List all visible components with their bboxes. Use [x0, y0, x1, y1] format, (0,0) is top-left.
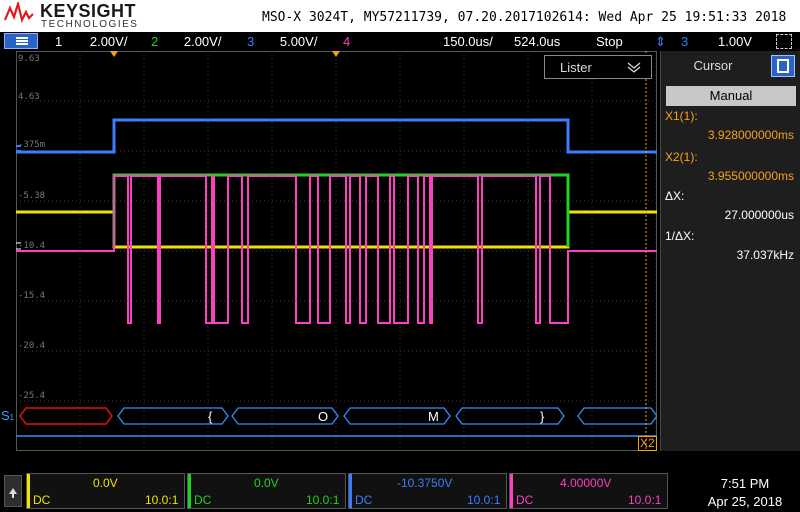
ch2-offset: 0.0V — [254, 476, 279, 490]
bus-symbol: } — [540, 409, 545, 424]
ch3-offset: -10.3750V — [397, 476, 453, 490]
listener-label: Lister — [560, 60, 592, 75]
ch4-number: 4 — [343, 34, 351, 49]
ch2-button[interactable]: 2 2.00V/ — [151, 34, 221, 49]
ch1-offset: 0.0V — [93, 476, 118, 490]
graticule-label: 4.63 — [18, 92, 40, 102]
ch3-probe: 10.0:1 — [467, 493, 501, 507]
inv-delta-x-value: 37.037kHz — [736, 248, 794, 262]
bus-symbol: { — [208, 409, 213, 424]
clock-time: 7:51 PM — [720, 476, 770, 491]
listener-dropdown[interactable]: Lister — [544, 55, 652, 79]
cursor-panel-title: Cursor — [693, 58, 733, 73]
ch4-coupling: DC — [516, 493, 534, 507]
bus-symbol: M — [428, 409, 439, 424]
inv-delta-x-label: 1/ΔX: — [665, 229, 695, 243]
timebase-scale[interactable]: 150.0us/ — [443, 34, 493, 49]
footer-expand-icon[interactable] — [4, 475, 22, 507]
trigger-mode-icon[interactable] — [776, 34, 792, 49]
graticule-label: 9.63 — [18, 54, 40, 64]
ch1-coupling: DC — [33, 493, 51, 507]
clock-date: Apr 25, 2018 — [707, 494, 783, 509]
trigger-position-marker — [332, 51, 340, 57]
bus-error-frame — [19, 407, 113, 425]
ch2-scale: 2.00V/ — [183, 34, 222, 49]
brand-subtitle: TECHNOLOGIES — [41, 19, 139, 30]
time-reference-marker — [110, 51, 118, 57]
ch4-offset: 4.00000V — [560, 476, 612, 490]
x1-label[interactable]: X1(1): — [665, 109, 698, 123]
ch2-trace — [112, 173, 570, 247]
bus-label-sub: 1 — [9, 413, 15, 422]
graticule-label: -10.4 — [18, 241, 46, 251]
ch3-scale: 5.00V/ — [279, 34, 318, 49]
waveform-canvas — [16, 51, 657, 451]
title-bar: KEYSIGHT TECHNOLOGIES MSO-X 3024T, MY572… — [0, 0, 800, 32]
instrument-info: MSO-X 3024T, MY57211739, 07.20.201710261… — [262, 10, 787, 25]
ch3-coupling: DC — [355, 493, 373, 507]
bus-symbol: O — [318, 409, 329, 424]
ch1-trace — [16, 210, 657, 249]
graticule-label: -5.38 — [18, 191, 46, 201]
ch2-coupling: DC — [194, 493, 212, 507]
keysight-logo-icon — [4, 2, 34, 24]
bus-label-text: S — [1, 408, 10, 423]
x2-label[interactable]: X2(1): — [665, 150, 698, 164]
bus-label: S1 — [1, 408, 14, 423]
trigger-level[interactable]: 1.00V — [718, 34, 752, 49]
menu-icon[interactable] — [4, 33, 38, 49]
ch1-probe: 10.0:1 — [145, 493, 179, 507]
ch3-number: 3 — [247, 34, 255, 49]
ch1-number: 1 — [55, 34, 63, 49]
ch4-button[interactable]: 4 — [343, 34, 350, 49]
delta-x-label: ΔX: — [665, 189, 685, 203]
ch2-footer-box[interactable]: 0.0V DC 10.0:1 — [187, 473, 346, 509]
delta-x-value: 27.000000us — [724, 208, 794, 222]
waveform-display[interactable] — [16, 51, 657, 451]
ch3-footer-box[interactable]: -10.3750V DC 10.0:1 — [348, 473, 507, 509]
ch1-button[interactable]: 1 2.00V/ — [55, 34, 127, 49]
ch1-scale: 2.00V/ — [89, 34, 128, 49]
cursor-x2-marker[interactable]: X2 — [638, 436, 657, 451]
cursor-panel: Cursor Manual X1(1): 3.928000000ms X2(1)… — [660, 51, 800, 451]
panel-toggle-icon[interactable] — [771, 55, 795, 77]
timebase-delay[interactable]: 524.0us — [514, 34, 560, 49]
graticule-label: -25.4 — [18, 391, 46, 401]
ch2-number: 2 — [151, 34, 159, 49]
ch3-button[interactable]: 3 5.00V/ — [247, 34, 317, 49]
x1-value: 3.928000000ms — [707, 128, 794, 142]
bus-frame — [577, 407, 657, 425]
ch1-footer-box[interactable]: 0.0V DC 10.0:1 — [26, 473, 185, 509]
ch4-footer-box[interactable]: 4.00000V DC 10.0:1 — [509, 473, 668, 509]
graticule-label: -15.4 — [18, 291, 46, 301]
ch4-probe: 10.0:1 — [628, 493, 662, 507]
graticule-label: -375m — [18, 140, 46, 150]
graticule-label: -20.4 — [18, 341, 46, 351]
run-state[interactable]: Stop — [596, 34, 623, 49]
cursor-mode-button[interactable]: Manual — [666, 86, 796, 106]
trigger-slope-icon[interactable]: ⇕ — [655, 34, 666, 50]
bus-frame — [455, 407, 565, 425]
trigger-source[interactable]: 3 — [681, 34, 688, 49]
listener-collapse-icon — [627, 62, 641, 73]
ch2-probe: 10.0:1 — [306, 493, 340, 507]
x2-value: 3.955000000ms — [707, 169, 794, 183]
